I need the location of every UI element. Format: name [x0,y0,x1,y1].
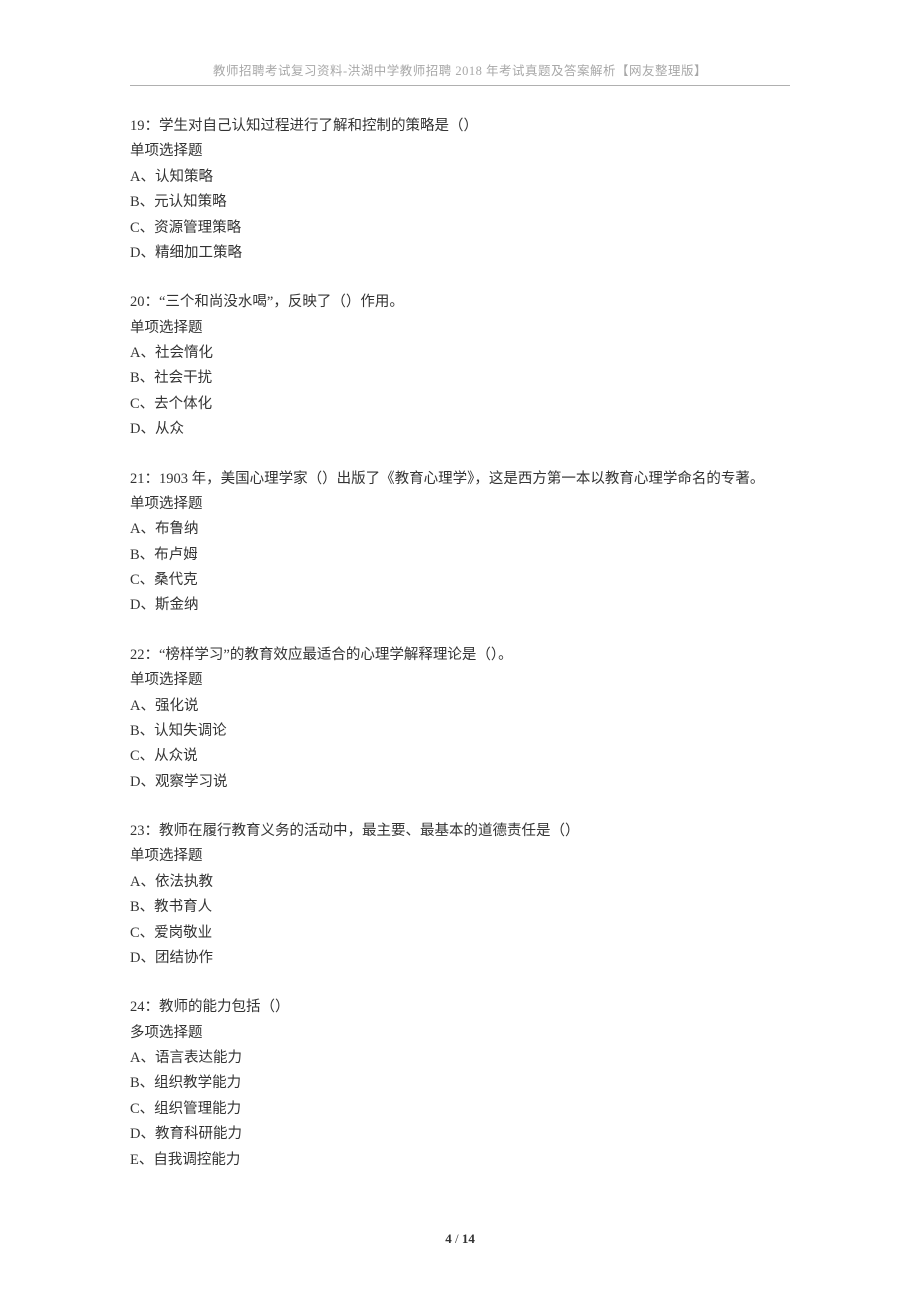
question-type: 单项选择题 [130,492,790,517]
question-option: B、元认知策略 [130,190,790,215]
question-option: A、强化说 [130,694,790,719]
question-block: 21：1903 年，美国心理学家（）出版了《教育心理学》，这是西方第一本以教育心… [130,467,790,619]
question-option: B、社会干扰 [130,366,790,391]
content-area: 19：学生对自己认知过程进行了解和控制的策略是（）单项选择题A、认知策略B、元认… [130,114,790,1173]
question-option: C、桑代克 [130,568,790,593]
page-sep: / [452,1231,462,1246]
question-type: 单项选择题 [130,316,790,341]
question-type: 多项选择题 [130,1021,790,1046]
question-option: A、语言表达能力 [130,1046,790,1071]
question-option: D、教育科研能力 [130,1122,790,1147]
question-stem: 23：教师在履行教育义务的活动中，最主要、最基本的道德责任是（） [130,819,790,844]
question-option: B、认知失调论 [130,719,790,744]
question-option: B、教书育人 [130,895,790,920]
question-block: 20：“三个和尚没水喝”，反映了（）作用。单项选择题A、社会惰化B、社会干扰C、… [130,290,790,442]
question-block: 19：学生对自己认知过程进行了解和控制的策略是（）单项选择题A、认知策略B、元认… [130,114,790,266]
question-block: 24：教师的能力包括（）多项选择题A、语言表达能力B、组织教学能力C、组织管理能… [130,995,790,1173]
question-stem: 20：“三个和尚没水喝”，反映了（）作用。 [130,290,790,315]
question-option: D、从众 [130,417,790,442]
question-stem: 22：“榜样学习”的教育效应最适合的心理学解释理论是（）。 [130,643,790,668]
question-option: A、认知策略 [130,165,790,190]
question-block: 23：教师在履行教育义务的活动中，最主要、最基本的道德责任是（）单项选择题A、依… [130,819,790,971]
question-option: C、组织管理能力 [130,1097,790,1122]
question-option: D、观察学习说 [130,770,790,795]
question-type: 单项选择题 [130,668,790,693]
question-option: C、从众说 [130,744,790,769]
question-option: E、自我调控能力 [130,1148,790,1173]
question-type: 单项选择题 [130,844,790,869]
header-divider [130,85,790,86]
question-option: A、依法执教 [130,870,790,895]
question-stem: 24：教师的能力包括（） [130,995,790,1020]
question-option: B、组织教学能力 [130,1071,790,1096]
page-footer: 4 / 14 [0,1231,920,1247]
question-option: D、团结协作 [130,946,790,971]
question-option: A、布鲁纳 [130,517,790,542]
question-option: D、精细加工策略 [130,241,790,266]
question-option: A、社会惰化 [130,341,790,366]
question-stem: 19：学生对自己认知过程进行了解和控制的策略是（） [130,114,790,139]
question-option: B、布卢姆 [130,543,790,568]
page-total: 14 [462,1231,475,1246]
question-type: 单项选择题 [130,139,790,164]
question-option: C、资源管理策略 [130,216,790,241]
page-header: 教师招聘考试复习资料-洪湖中学教师招聘 2018 年考试真题及答案解析【网友整理… [130,60,790,79]
question-block: 22：“榜样学习”的教育效应最适合的心理学解释理论是（）。单项选择题A、强化说B… [130,643,790,795]
question-stem: 21：1903 年，美国心理学家（）出版了《教育心理学》，这是西方第一本以教育心… [130,467,790,492]
question-option: C、去个体化 [130,392,790,417]
question-option: C、爱岗敬业 [130,921,790,946]
question-option: D、斯金纳 [130,593,790,618]
